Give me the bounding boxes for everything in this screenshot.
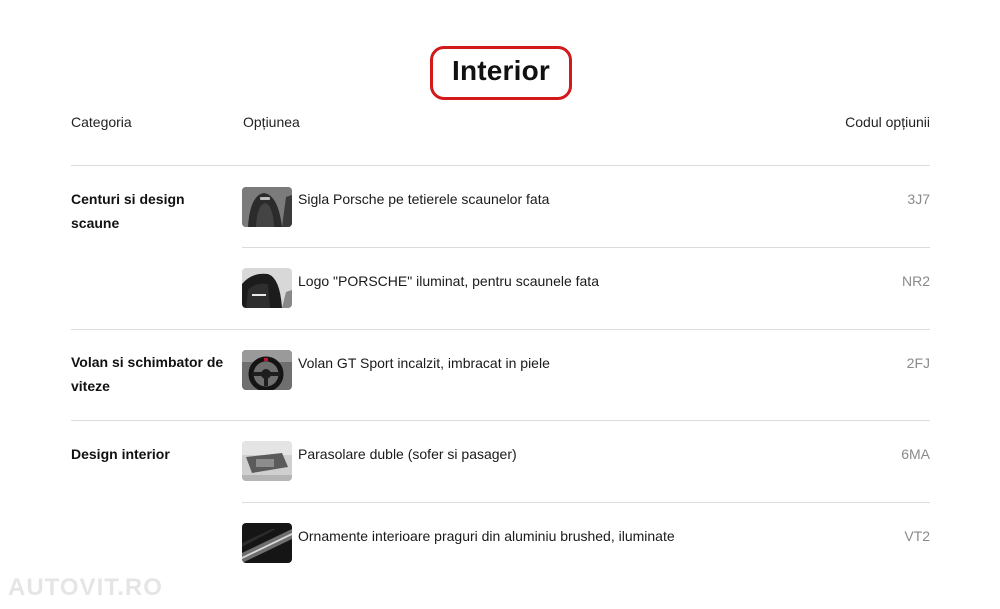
row-divider <box>242 247 930 248</box>
option-text: Ornamente interioare praguri din alumini… <box>298 528 675 544</box>
category-label: Volan si schimbator de viteze <box>71 354 224 394</box>
column-header-option: Opțiunea <box>243 114 300 130</box>
row-divider <box>242 502 930 503</box>
column-header-category: Categoria <box>71 114 132 130</box>
watermark-logo: AUTOVIT.RO <box>8 574 163 601</box>
option-code: 3J7 <box>907 191 930 207</box>
group-divider <box>71 329 930 330</box>
option-code: 6MA <box>901 446 930 462</box>
illuminated-seat-logo-thumbnail <box>242 268 292 308</box>
option-text: Sigla Porsche pe tetierele scaunelor fat… <box>298 191 550 207</box>
title-highlight-box: Interior <box>430 46 572 100</box>
category-label: Centuri si design scaune <box>71 191 185 231</box>
headrest-logo-thumbnail <box>242 187 292 227</box>
door-sill-thumbnail <box>242 523 292 563</box>
option-code: 2FJ <box>906 355 930 371</box>
section-title: Interior <box>451 55 551 86</box>
option-text: Parasolare duble (sofer si pasager) <box>298 446 517 462</box>
header-divider <box>71 165 930 166</box>
option-text: Volan GT Sport incalzit, imbracat in pie… <box>298 355 550 371</box>
option-code: VT2 <box>904 528 930 544</box>
option-text: Logo "PORSCHE" iluminat, pentru scaunele… <box>298 273 599 289</box>
steering-wheel-thumbnail <box>242 350 292 390</box>
sun-visor-thumbnail <box>242 441 292 481</box>
column-header-code: Codul opțiunii <box>845 114 930 130</box>
category-label: Design interior <box>71 446 170 462</box>
group-divider <box>71 420 930 421</box>
option-code: NR2 <box>901 273 930 289</box>
